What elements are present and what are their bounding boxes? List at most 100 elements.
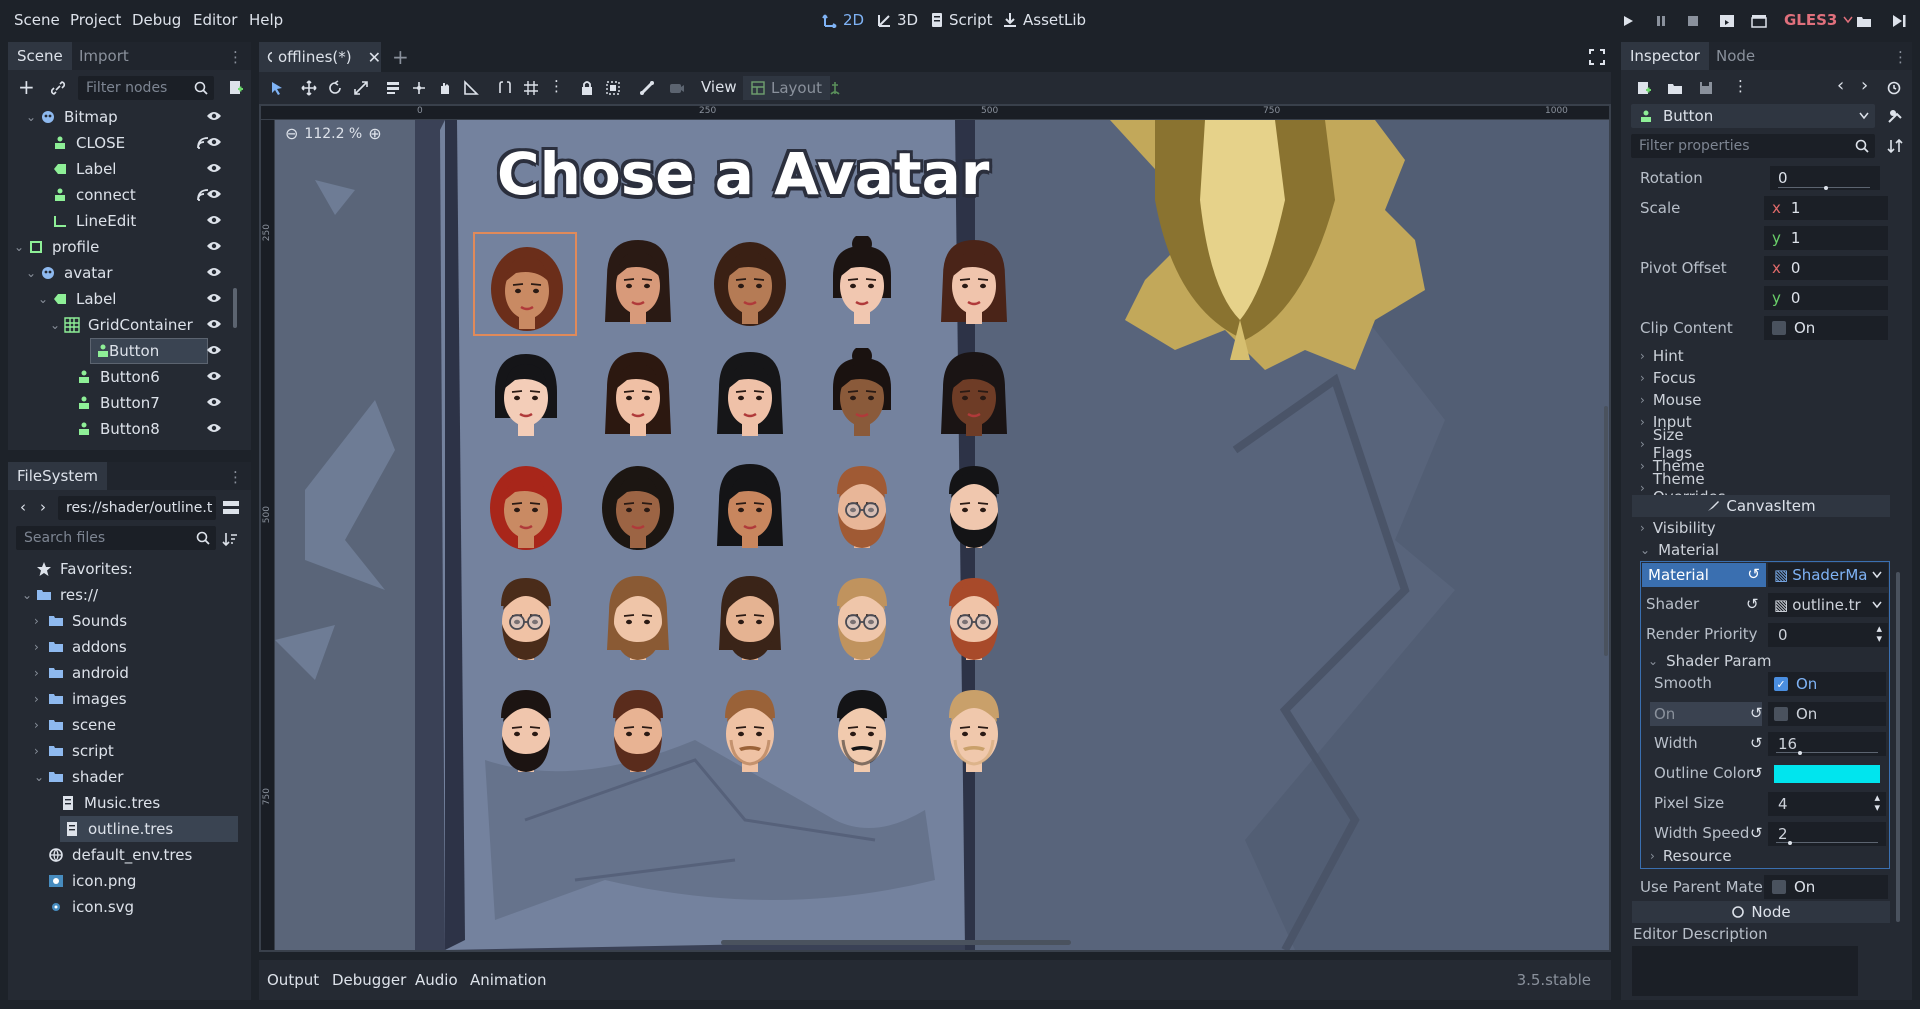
pivot-x-field[interactable]: x0 [1764,256,1888,280]
filesystem-item[interactable]: ⌄ res:// [8,582,244,608]
filesystem-item[interactable]: › addons [8,634,244,660]
menu-project[interactable]: Project [70,11,121,29]
scene-tree-node[interactable]: ⌄ avatar [8,260,228,286]
avatar-button[interactable] [821,460,903,550]
chevron-down-icon[interactable]: ⌄ [26,110,36,124]
avatar-button[interactable] [709,348,791,438]
ruler-tool-icon[interactable] [463,80,479,96]
chevron-down-icon[interactable]: ⌄ [50,318,60,332]
node-type-selector[interactable]: Button [1631,104,1875,128]
filesystem-item[interactable]: › scene [8,712,244,738]
object-properties-icon[interactable] [1887,108,1903,124]
visibility-eye-icon[interactable] [206,214,222,226]
filesystem-item[interactable]: outline.tres [60,816,238,842]
scene-tree-scrollbar[interactable] [233,288,237,328]
fullscreen-icon[interactable] [1589,49,1605,65]
scene-tree-node[interactable]: ⌄ Label [8,286,228,312]
bone-icon[interactable] [639,80,655,96]
avatar-button[interactable] [597,572,679,662]
inspector-section[interactable]: › Hint [1640,345,1684,367]
scene-tree-node[interactable]: Button7 [8,390,228,416]
material-resource-picker[interactable]: ▧ ShaderMa [1768,563,1888,587]
back-arrow-icon[interactable]: ‹ [20,498,26,516]
filesystem-item[interactable]: icon.svg [8,894,244,920]
history-icon[interactable] [1887,81,1901,95]
revert-icon[interactable]: ↺ [1750,824,1763,842]
scene-tree-node[interactable]: Label [8,156,228,182]
visibility-eye-icon[interactable] [206,422,222,434]
avatar-button[interactable] [485,572,567,662]
spinner-arrows-icon[interactable]: ▴ ▾ [1874,792,1880,813]
select-tool-icon[interactable] [269,80,285,96]
section-shader-param[interactable]: ⌄ Shader Param [1648,650,1772,672]
tab-import[interactable]: Import [70,42,138,70]
avatar-button[interactable] [485,460,567,550]
scene-tree-node[interactable]: Button [90,338,208,364]
render-priority-spinbox[interactable]: 0 ▴ ▾ [1768,623,1888,647]
path-input[interactable]: res://shader/outline.t [58,496,216,520]
dock-menu-icon[interactable]: ⋮ [1893,48,1908,66]
avatar-button[interactable] [933,348,1015,438]
visibility-eye-icon[interactable] [206,266,222,278]
scene-tree-node[interactable]: Button6 [8,364,228,390]
chevron-right-icon[interactable]: › [34,718,39,732]
scene-tab-offlines[interactable]: offlines(*) ✕ [259,42,381,72]
avatar-button[interactable] [933,684,1015,774]
menu-editor[interactable]: Editor [193,11,237,29]
filesystem-item[interactable]: › images [8,686,244,712]
chevron-down-icon[interactable]: ⌄ [38,292,48,306]
zoom-in-icon[interactable]: ⊕ [368,124,381,143]
avatar-button[interactable] [821,572,903,662]
chevron-right-icon[interactable]: › [34,666,39,680]
visibility-eye-icon[interactable] [206,110,222,122]
avatar-button[interactable] [597,348,679,438]
avatar-button[interactable] [709,460,791,550]
scene-tree-node[interactable]: ⌄ profile [8,234,228,260]
tab-output[interactable]: Output [267,971,319,989]
chevron-right-icon[interactable]: › [34,640,39,654]
zoom-out-icon[interactable]: ⊖ [285,124,298,143]
on-checkbox[interactable]: On [1768,702,1886,726]
avatar-button[interactable] [597,236,679,326]
clip-content-checkbox[interactable]: On [1764,316,1888,340]
pause-button[interactable] [1650,10,1672,32]
outline-color-swatch[interactable] [1774,765,1880,783]
spinner-arrows-icon[interactable]: ▴ ▾ [1876,623,1882,644]
revert-icon[interactable]: ↺ [1747,565,1760,583]
tab-node[interactable]: Node [1707,42,1764,70]
filesystem-item[interactable]: Favorites: [8,556,244,582]
canvas-viewport[interactable]: 0 250 500 750 1000 250 500 750 ⊖ 112.2 %… [259,104,1611,952]
avatar-button[interactable] [473,232,577,336]
pivot-tool-icon[interactable] [411,80,427,96]
use-parent-checkbox[interactable]: On [1764,875,1888,899]
filter-properties-input[interactable]: Filter properties [1631,134,1875,158]
visibility-eye-icon[interactable] [206,292,222,304]
mode-script-button[interactable]: Script [930,11,993,29]
rotation-slider-handle[interactable] [1824,186,1828,190]
section-material[interactable]: ⌄ Material [1640,539,1719,561]
open-folder-icon[interactable] [1667,81,1683,95]
lock-icon[interactable] [579,80,595,96]
visibility-eye-icon[interactable] [206,188,222,200]
chevron-right-icon[interactable]: › [34,614,39,628]
inspector-section[interactable]: › Size Flags [1640,426,1692,462]
remote-debug-button[interactable] [1888,10,1910,32]
smart-snap-icon[interactable] [497,80,513,96]
close-icon[interactable]: ✕ [368,48,381,67]
anchor-icon[interactable] [827,80,843,96]
play-button[interactable] [1617,10,1639,32]
avatar-button[interactable] [485,348,567,438]
tab-inspector[interactable]: Inspector [1621,42,1709,70]
chevron-down-icon[interactable]: ⌄ [22,588,32,602]
rotation-field[interactable]: 0 [1770,166,1880,190]
filesystem-item[interactable]: › android [8,660,244,686]
scene-tree-node[interactable]: connect [8,182,228,208]
avatar-button[interactable] [485,684,567,774]
avatar-button[interactable] [933,460,1015,550]
chevron-right-icon[interactable]: › [34,744,39,758]
mode-2d-button[interactable]: 2D [822,11,864,29]
history-back-icon[interactable]: ‹ [1837,75,1844,96]
list-select-icon[interactable] [385,80,401,96]
scene-tree-node[interactable]: ⌄ Bitmap [8,104,228,130]
revert-icon[interactable]: ↺ [1750,764,1763,782]
